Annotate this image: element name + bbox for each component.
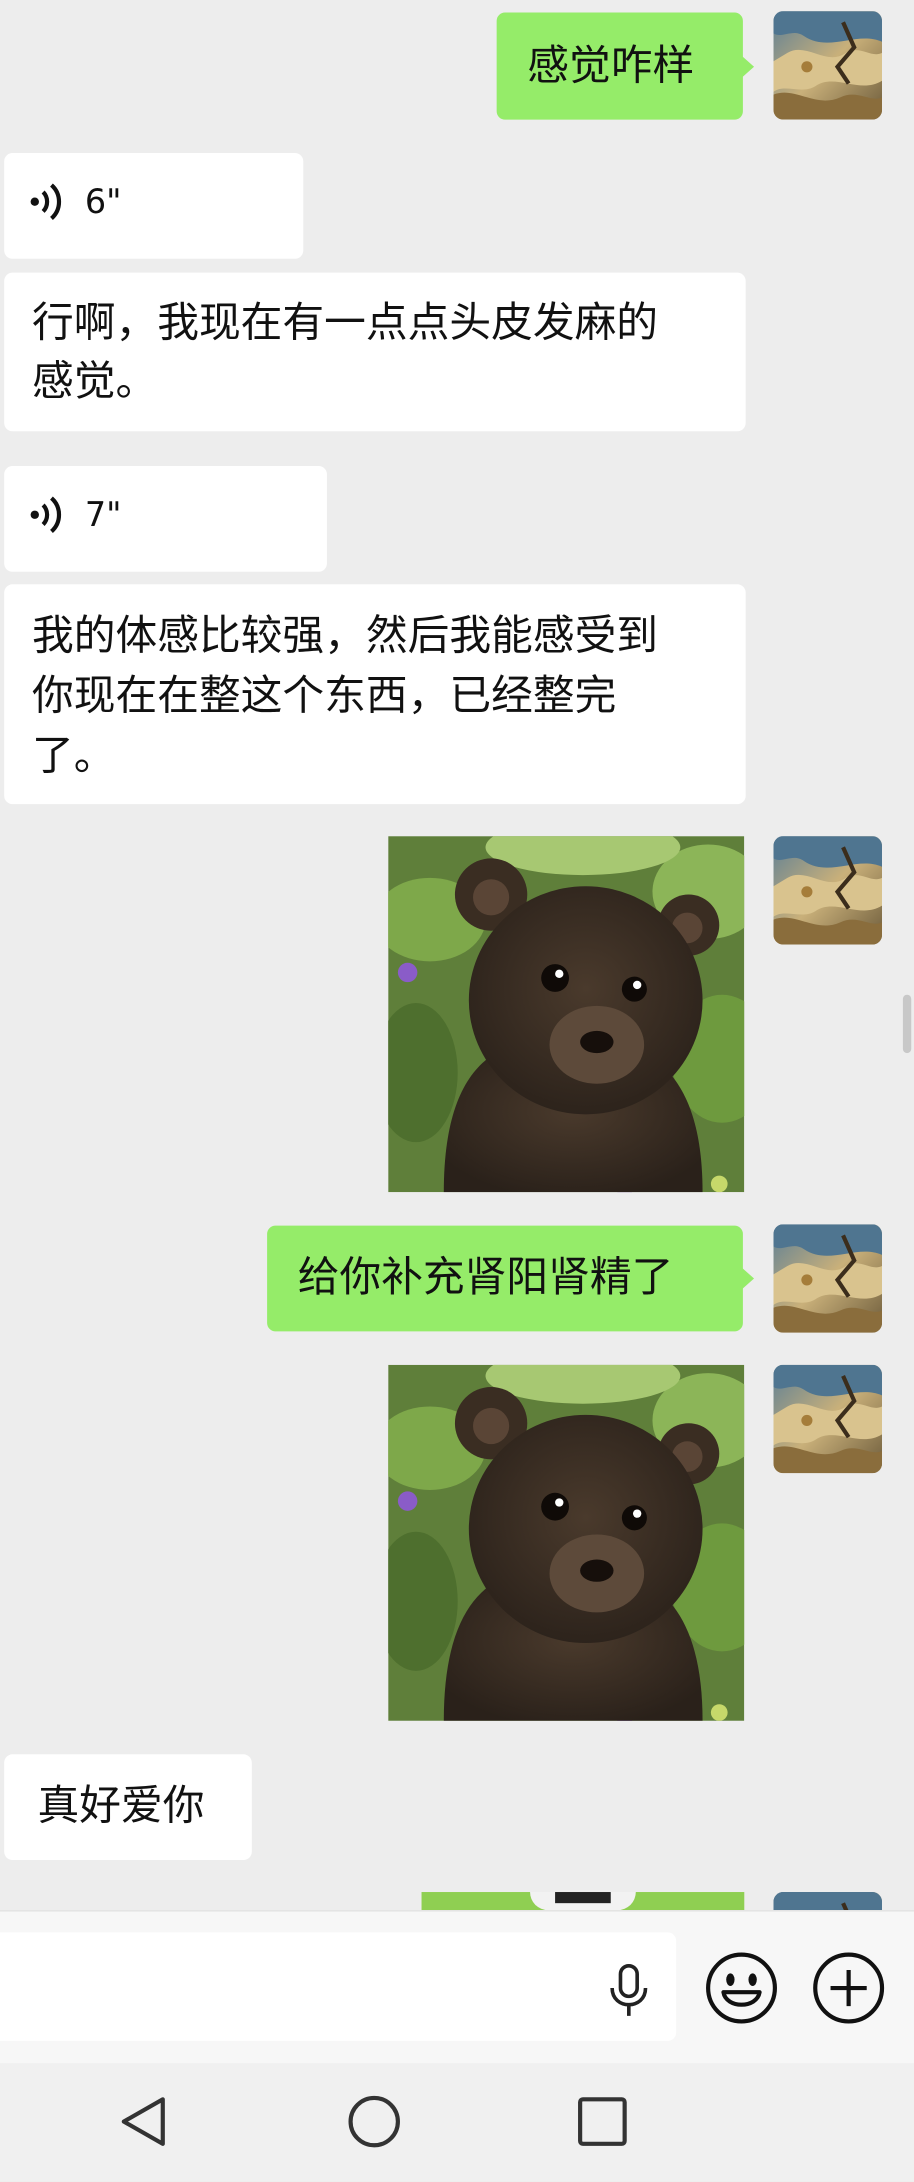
emoji-icon[interactable] xyxy=(704,1950,779,2025)
avatar-self[interactable] xyxy=(774,11,883,120)
message-bubble-incoming[interactable]: 真好爱你 xyxy=(4,1754,252,1861)
home-circle-icon[interactable] xyxy=(346,2094,402,2150)
voice-duration: 6" xyxy=(84,182,122,222)
microphone-icon[interactable] xyxy=(607,1963,652,2019)
recents-square-icon[interactable] xyxy=(576,2095,629,2148)
back-triangle-icon[interactable] xyxy=(117,2094,170,2150)
avatar-self[interactable] xyxy=(774,1224,883,1333)
avatar-image xyxy=(774,836,883,945)
message-bubble-incoming[interactable]: 我的体感比较强，然后我能感受到 你现在在整这个东西，已经整完 了。 xyxy=(4,584,746,805)
message-bubble-outgoing[interactable]: 给你补充肾阳肾精了 xyxy=(267,1225,755,1332)
voice-duration: 7" xyxy=(84,495,122,535)
message-line: 了。 xyxy=(31,731,116,781)
system-nav-bar xyxy=(0,2063,914,2182)
avatar-self[interactable] xyxy=(774,1892,883,1910)
message-text: 感觉咋样 xyxy=(527,41,695,91)
message-text: 给你补充肾阳肾精了 xyxy=(297,1253,674,1303)
bear-cub-photo xyxy=(388,836,745,1193)
input-bar xyxy=(0,1910,914,2065)
chat-screen: 感觉咋样 6" 行啊，我现在有一点点头皮发麻的 感觉。 7" 我的体感比较强，然… xyxy=(0,0,914,2182)
image-message[interactable] xyxy=(388,1364,745,1721)
voice-message-bubble[interactable]: 7" xyxy=(4,466,327,572)
message-line: 感觉。 xyxy=(31,357,158,407)
voice-wave-icon xyxy=(30,496,62,534)
message-bubble-outgoing[interactable]: 感觉咋样 xyxy=(496,12,755,120)
voice-message-bubble[interactable]: 6" xyxy=(4,153,304,259)
scrollbar-thumb[interactable] xyxy=(902,994,912,1054)
image-message[interactable] xyxy=(388,836,745,1193)
avatar-image xyxy=(774,1365,883,1474)
bear-cub-photo xyxy=(388,1364,745,1721)
message-input[interactable] xyxy=(0,1932,677,2041)
avatar-image xyxy=(774,1224,883,1333)
message-line: 我的体感比较强，然后我能感受到 xyxy=(31,612,659,661)
message-line: 你现在在整这个东西，已经整完 xyxy=(31,671,617,721)
voice-wave-icon xyxy=(30,183,62,220)
avatar-self[interactable] xyxy=(774,1365,883,1474)
image-fragment xyxy=(555,1892,611,1904)
avatar-image xyxy=(774,11,883,120)
plus-icon[interactable] xyxy=(811,1950,886,2025)
message-text: 真好爱你 xyxy=(37,1782,205,1831)
image-message-partial[interactable] xyxy=(421,1892,745,1911)
message-bubble-incoming[interactable]: 行啊，我现在有一点点头皮发麻的 感觉。 xyxy=(4,272,746,432)
avatar-image xyxy=(774,1892,883,1910)
avatar-self[interactable] xyxy=(774,836,883,945)
message-line: 行啊，我现在有一点点头皮发麻的 xyxy=(31,299,659,348)
